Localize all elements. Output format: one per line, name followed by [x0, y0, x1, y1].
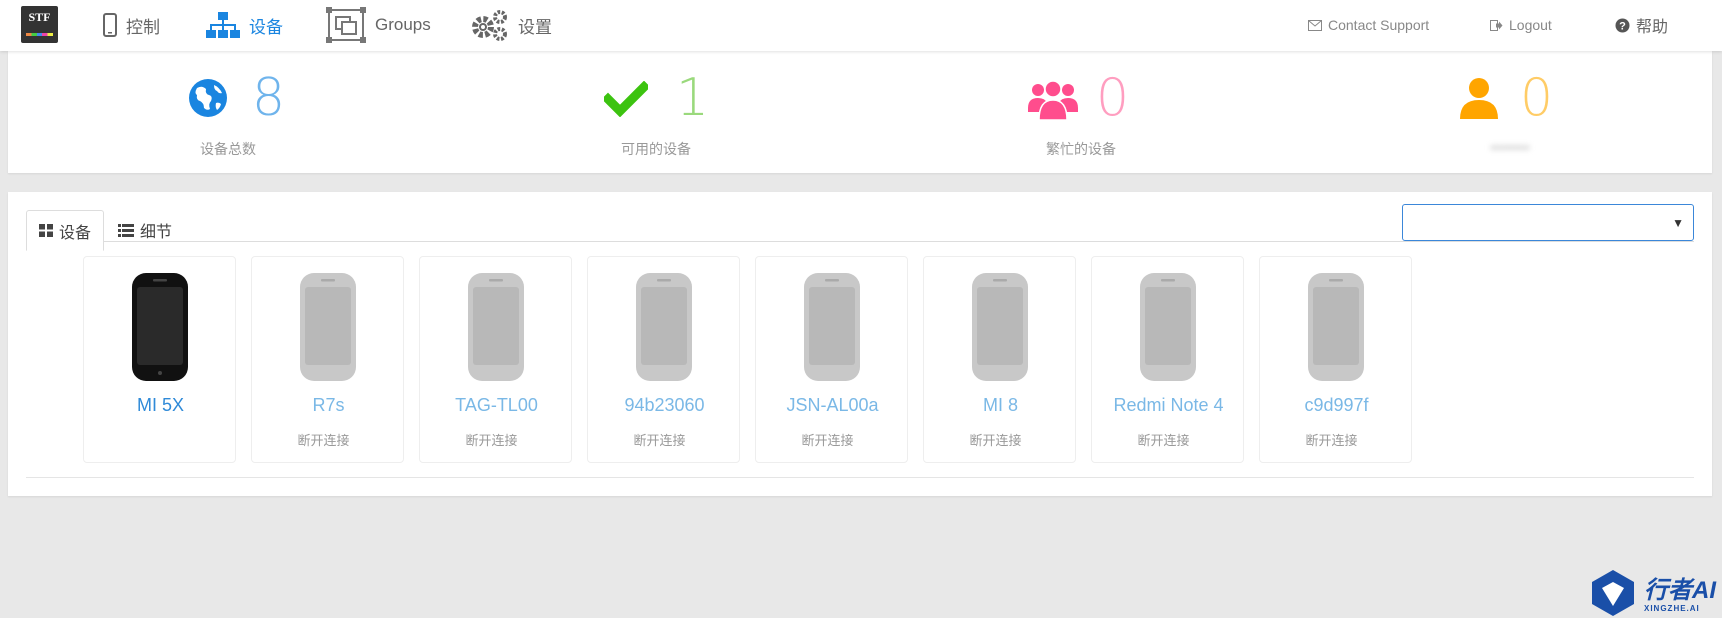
list-icon	[118, 223, 134, 237]
groups-icon	[326, 7, 366, 43]
stat-busy-devices: 0 繁忙的设备	[1028, 51, 1328, 173]
tab-devices-label: 设备	[59, 224, 92, 242]
logout-label: Logout	[1509, 17, 1552, 33]
tab-devices[interactable]: 设备	[26, 210, 105, 251]
gears-icon	[471, 9, 509, 41]
nav-settings-label: 设置	[518, 17, 552, 37]
phone-icon	[1139, 272, 1197, 387]
hexagon-logo-icon	[1588, 568, 1638, 618]
panel-divider	[26, 477, 1694, 478]
device-card[interactable]: 94b23060 断开连接	[587, 256, 740, 463]
nav-control-label: 控制	[126, 17, 160, 37]
device-card[interactable]: MI 5X	[83, 256, 236, 463]
device-status: 断开连接	[969, 433, 1022, 448]
device-card[interactable]: TAG-TL00 断开连接	[419, 256, 572, 463]
users-icon	[1028, 78, 1078, 125]
contact-support-link[interactable]: Contact Support	[1308, 0, 1429, 50]
device-name: MI 8	[982, 395, 1018, 415]
device-card[interactable]: c9d997f 断开连接	[1259, 256, 1412, 463]
stat-using-value: 0	[1520, 68, 1554, 128]
stat-using-label: ••••••••	[1490, 139, 1530, 155]
device-stats-panel: 8 设备总数 1 可用的设备 0 繁忙的设备 0 ••••••••	[8, 51, 1712, 173]
device-status: 断开连接	[297, 433, 350, 448]
stat-available-value: 1	[676, 68, 710, 128]
watermark-subtitle: XINGZHE.AI	[1644, 604, 1700, 613]
nav-control[interactable]: 控制	[103, 0, 160, 50]
device-card[interactable]: Redmi Note 4 断开连接	[1091, 256, 1244, 463]
device-name: MI 5X	[136, 395, 184, 415]
help-link[interactable]: ? 帮助	[1615, 0, 1668, 50]
stat-available-label: 可用的设备	[621, 141, 691, 157]
check-icon	[601, 80, 651, 122]
th-large-icon	[39, 224, 53, 237]
phone-icon	[1307, 272, 1365, 387]
device-name: TAG-TL00	[455, 395, 538, 415]
logout-link[interactable]: Logout	[1490, 0, 1552, 50]
devices-panel: 设备 细节 ▼ MI 5X R7s 断开连接 TAG-TL00 断开连接 94b…	[8, 192, 1712, 496]
device-name: Redmi Note 4	[1113, 395, 1224, 415]
phone-icon	[299, 272, 357, 387]
stat-available-devices: 1 可用的设备	[601, 51, 904, 173]
device-status: 断开连接	[801, 433, 854, 448]
top-navbar: STF 控制 设备 Groups 设置 Contact Support Logo…	[0, 0, 1722, 51]
user-icon	[1460, 77, 1498, 124]
device-status: 断开连接	[1137, 433, 1190, 448]
nav-settings[interactable]: 设置	[471, 0, 552, 50]
device-card[interactable]: R7s 断开连接	[251, 256, 404, 463]
tab-details-label: 细节	[140, 224, 173, 241]
device-name: JSN-AL00a	[786, 395, 879, 415]
device-filter-select[interactable]: ▼	[1402, 204, 1694, 241]
stat-total-label: 设备总数	[200, 141, 256, 157]
phone-icon	[635, 272, 693, 387]
stat-using-devices: 0 ••••••••	[1460, 51, 1722, 173]
device-name: 94b23060	[624, 395, 705, 415]
phone-icon	[803, 272, 861, 387]
nav-groups[interactable]: Groups	[326, 0, 431, 50]
stf-logo[interactable]: STF	[21, 6, 58, 43]
device-card[interactable]: MI 8 断开连接	[923, 256, 1076, 463]
contact-support-label: Contact Support	[1328, 17, 1430, 33]
logo-color-bar	[26, 33, 53, 36]
envelope-icon	[1308, 19, 1322, 31]
help-label: 帮助	[1636, 19, 1669, 36]
tab-details[interactable]: 细节	[106, 210, 184, 250]
nav-devices-label: 设备	[249, 17, 283, 37]
sign-out-icon	[1490, 19, 1503, 31]
phone-icon	[971, 272, 1029, 387]
logo-text: STF	[28, 10, 51, 24]
globe-icon	[188, 78, 228, 123]
phone-icon	[467, 272, 525, 387]
device-card[interactable]: JSN-AL00a 断开连接	[755, 256, 908, 463]
device-name: c9d997f	[1304, 395, 1369, 415]
stat-busy-value: 0	[1096, 68, 1130, 128]
svg-text:?: ?	[1619, 20, 1626, 32]
watermark-title: 行者AI	[1644, 577, 1716, 604]
nav-devices[interactable]: 设备	[206, 0, 283, 50]
device-status: 断开连接	[465, 433, 518, 448]
xingzhe-watermark: 行者AI XINGZHE.AI	[1588, 568, 1716, 618]
caret-down-icon: ▼	[1672, 216, 1684, 230]
question-circle-icon: ?	[1615, 18, 1630, 33]
nav-groups-label: Groups	[375, 15, 431, 34]
device-name: R7s	[312, 395, 345, 415]
device-status: 断开连接	[633, 433, 686, 448]
stat-total-devices: 8 设备总数	[180, 51, 480, 173]
stat-total-value: 8	[252, 68, 286, 128]
sitemap-icon	[206, 11, 240, 39]
mobile-icon	[103, 13, 117, 37]
phone-icon	[131, 272, 189, 387]
device-status: 断开连接	[1305, 433, 1358, 448]
watermark-text: 行者AI XINGZHE.AI	[1644, 577, 1716, 614]
stat-busy-label: 繁忙的设备	[1046, 141, 1116, 157]
